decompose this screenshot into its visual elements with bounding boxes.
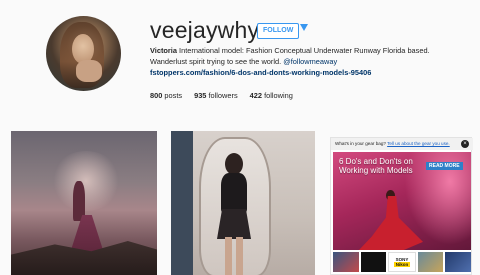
ad-header: What's in your gear bag? Tell us about t…	[331, 138, 473, 150]
ad-thumb-4[interactable]	[417, 252, 444, 272]
close-icon[interactable]: ×	[461, 140, 469, 148]
photo-2-top	[221, 173, 247, 213]
photo-2-legs	[225, 237, 243, 275]
ad-thumb-2[interactable]	[360, 252, 387, 272]
follow-button[interactable]: FOLLOW	[257, 23, 300, 39]
followers-stat[interactable]: 935 followers	[194, 91, 238, 100]
ad-thumbnail-strip: SONY Nikon	[333, 252, 471, 272]
posts-count: 800	[150, 91, 163, 100]
avatar-hand	[76, 60, 102, 82]
nikon-logo: Nikon	[393, 262, 411, 267]
followers-count: 935	[194, 91, 207, 100]
bio-name: Victoria	[150, 46, 177, 55]
ad-thumb-1[interactable]	[333, 252, 359, 272]
following-stat[interactable]: 422 following	[250, 91, 293, 100]
profile-bio: Victoria International model: Fashion Co…	[150, 45, 440, 78]
ad-question: What's in your gear bag?	[335, 141, 386, 146]
chevron-down-icon[interactable]	[300, 24, 308, 31]
followers-label: followers	[208, 91, 238, 100]
bio-mention-link[interactable]: @followmeaway	[283, 57, 337, 66]
profile-stats: 800 posts 935 followers 422 following	[150, 91, 293, 100]
bio-website-link[interactable]: fstoppers.com/fashion/6-dos-and-donts-wo…	[150, 67, 440, 78]
posts-stat: 800 posts	[150, 91, 182, 100]
post-photo-1[interactable]	[11, 131, 157, 275]
ad-thumb-brands[interactable]: SONY Nikon	[388, 252, 416, 272]
profile-username: veejaywhy	[150, 17, 260, 43]
photo-2-skirt	[217, 209, 251, 239]
ad-title: 6 Do's and Don'ts on Working with Models	[339, 157, 413, 175]
ad-thumb-5[interactable]	[445, 252, 471, 272]
posts-label: posts	[164, 91, 183, 100]
profile-avatar[interactable]	[46, 16, 121, 91]
ad-gear-link[interactable]: Tell us about the gear you use.	[387, 141, 450, 146]
ad-banner[interactable]: 6 Do's and Don'ts on Working with Models…	[333, 152, 471, 250]
photo-2-head	[225, 153, 243, 175]
photo-1-sky	[51, 151, 121, 211]
sidebar-ad: What's in your gear bag? Tell us about t…	[330, 137, 473, 275]
following-count: 422	[249, 91, 262, 100]
post-photo-2[interactable]	[171, 131, 315, 275]
photo-2-wall	[171, 131, 193, 275]
read-more-button[interactable]: READ MORE	[426, 162, 463, 170]
following-label: following	[264, 91, 293, 100]
